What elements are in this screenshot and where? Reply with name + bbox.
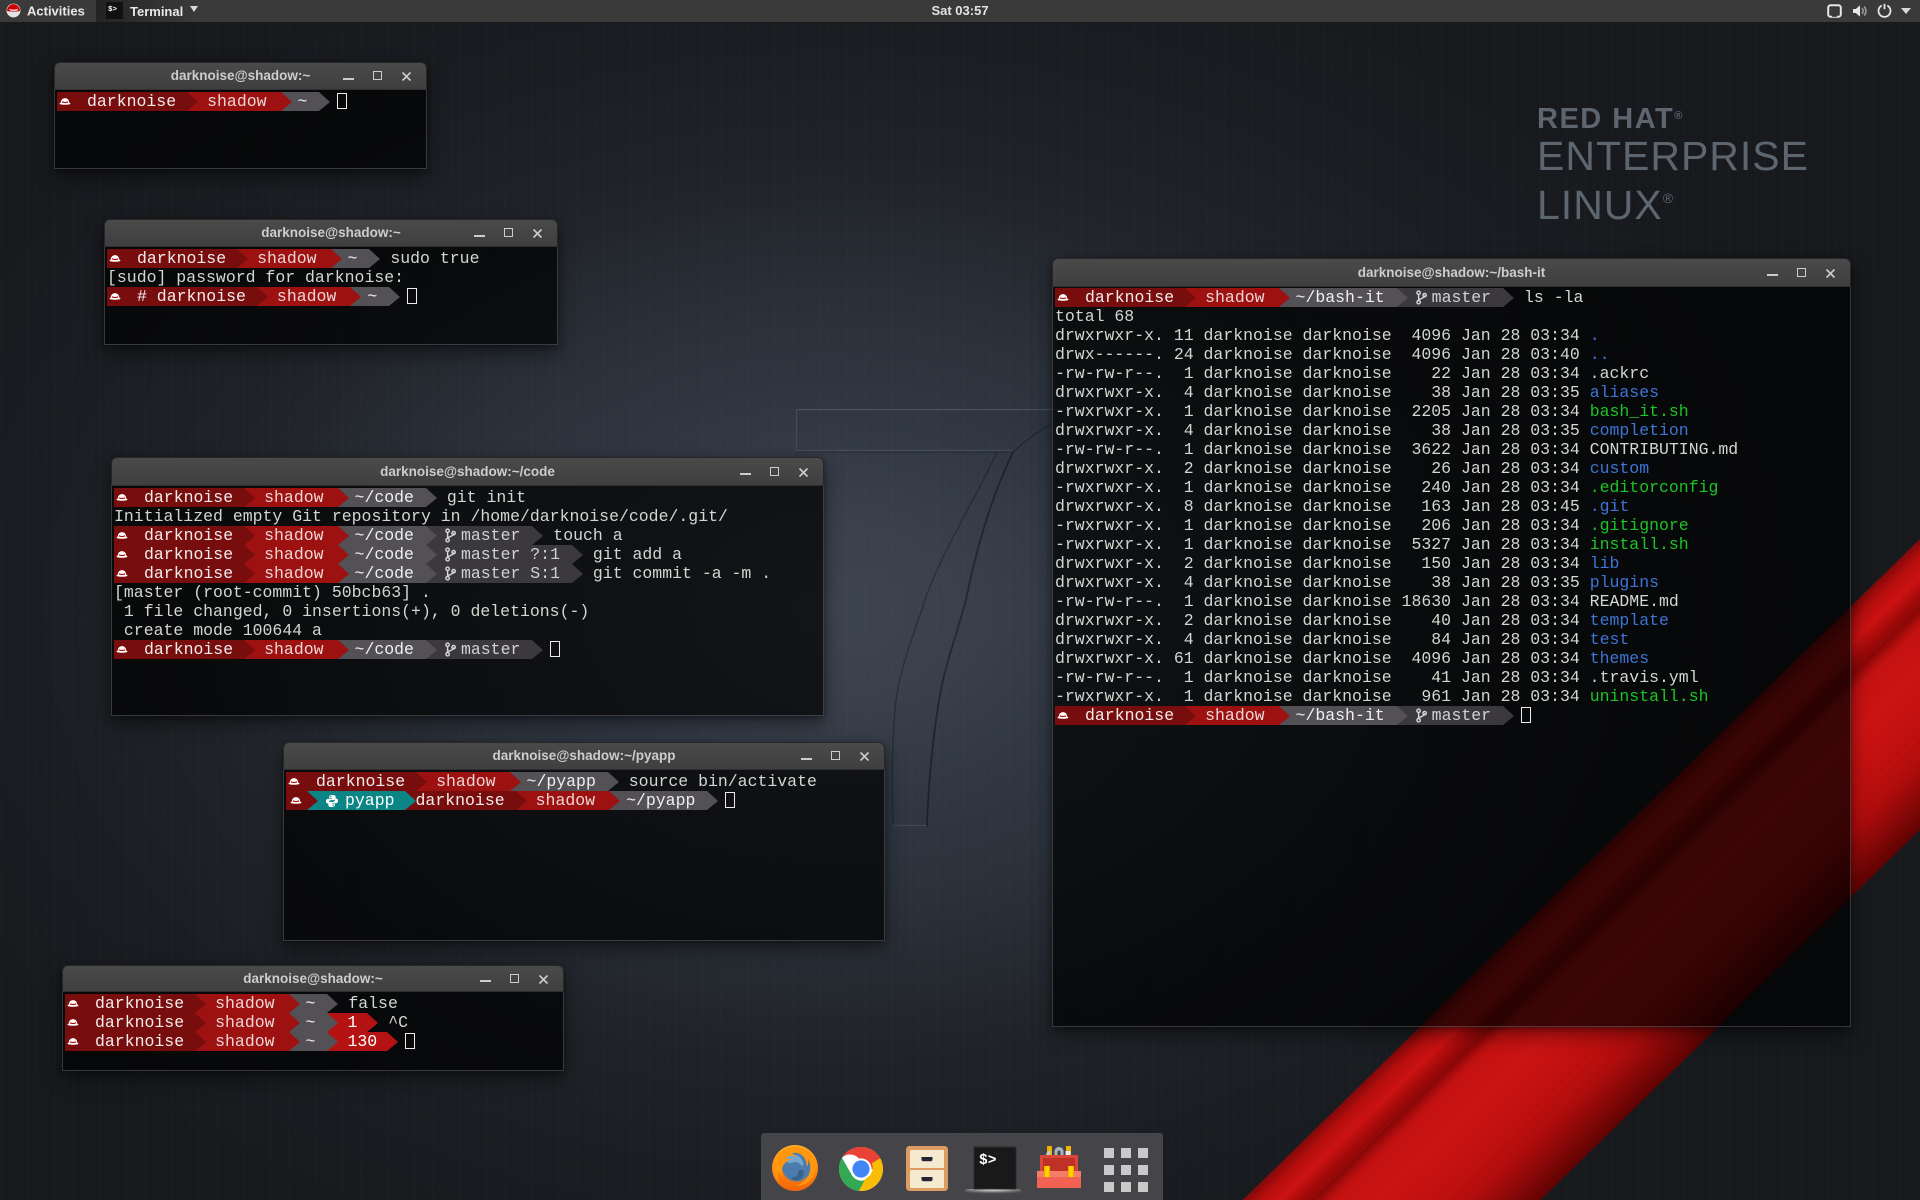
svg-text:$>: $> [979,1153,996,1169]
